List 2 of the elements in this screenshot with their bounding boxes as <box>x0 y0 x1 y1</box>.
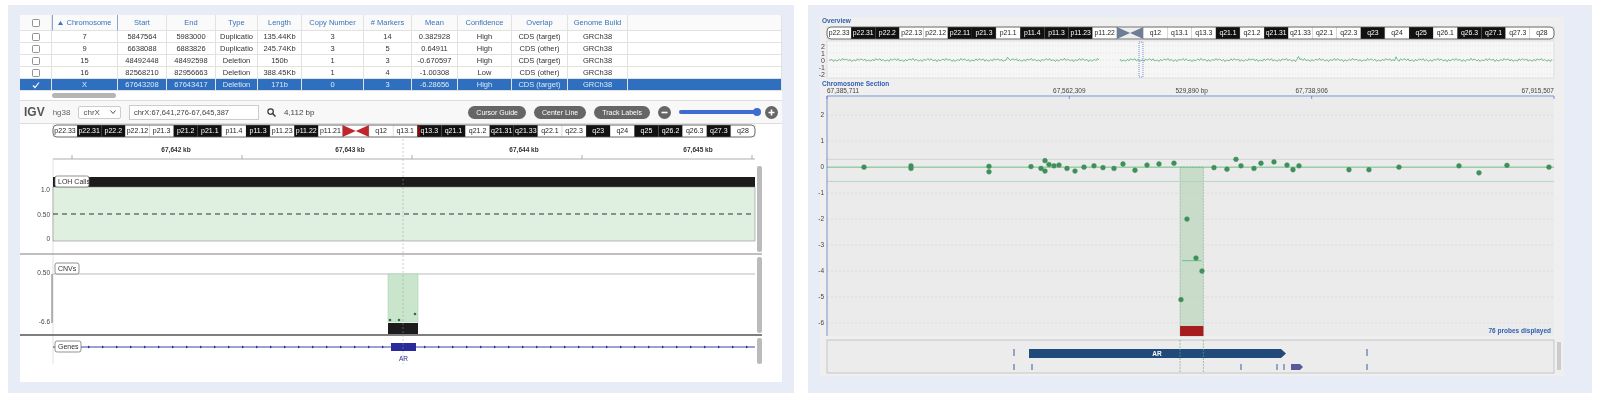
igv-logo: IGV <box>24 105 45 119</box>
span-label: 4,112 bp <box>283 107 315 117</box>
